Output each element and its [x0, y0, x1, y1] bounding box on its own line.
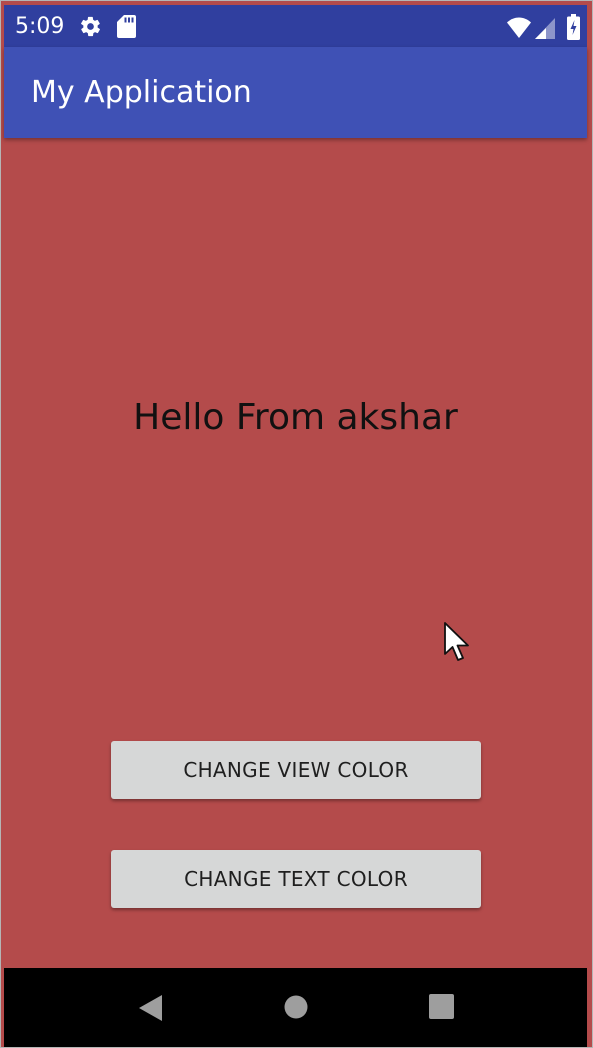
app-title: My Application — [31, 75, 252, 110]
change-text-color-button[interactable]: CHANGE TEXT COLOR — [111, 850, 481, 908]
change-view-color-button[interactable]: CHANGE VIEW COLOR — [111, 741, 481, 799]
mouse-cursor-icon — [444, 622, 469, 661]
recents-icon[interactable] — [429, 994, 454, 1019]
main-content: Hello From akshar CHANGE VIEW COLOR CHAN… — [4, 138, 587, 968]
battery-charging-icon — [567, 14, 580, 40]
sd-card-icon — [117, 15, 136, 38]
back-icon[interactable] — [137, 994, 163, 1022]
status-time: 5:09 — [15, 14, 65, 39]
gear-icon — [81, 16, 100, 37]
wifi-icon — [507, 17, 531, 38]
status-bar: 5:09 — [4, 5, 587, 47]
device-screen: 5:09 My Application Hello From akshar CH… — [0, 0, 593, 1048]
navigation-bar — [4, 968, 587, 1047]
app-bar: My Application — [4, 47, 587, 138]
hello-text: Hello From akshar — [133, 397, 458, 438]
cell-signal-icon — [535, 18, 555, 39]
home-icon[interactable] — [284, 995, 308, 1019]
